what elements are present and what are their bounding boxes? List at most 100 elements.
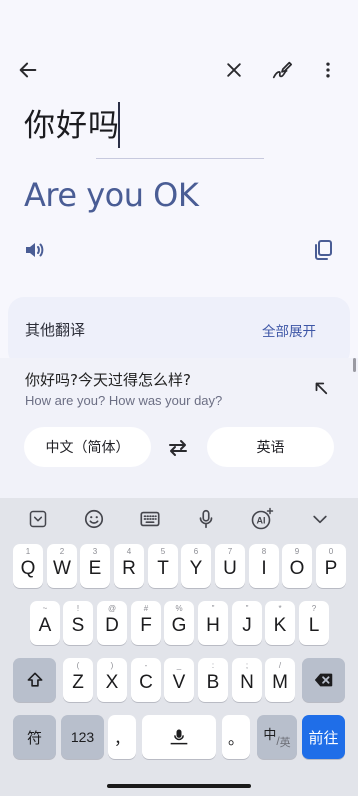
key-o[interactable]: 9O <box>282 544 312 588</box>
swap-languages-button[interactable] <box>166 436 190 460</box>
key-k[interactable]: * K <box>265 601 295 645</box>
key-i[interactable]: 8I <box>249 544 279 588</box>
key-f[interactable]: # F <box>131 601 161 645</box>
key-a-label: A <box>38 615 52 636</box>
key-j-sub: " <box>245 604 249 613</box>
key-q-label: Q <box>20 558 36 579</box>
key-f-sub: # <box>143 604 149 613</box>
toolbar-collapse-tool[interactable] <box>307 506 333 532</box>
key-p[interactable]: 0P <box>316 544 346 588</box>
backspace-key[interactable] <box>302 658 345 702</box>
key-c-label: C <box>139 672 153 693</box>
key-d-label: D <box>105 615 119 636</box>
key-m[interactable]: / M <box>265 658 295 702</box>
back-arrow-icon <box>17 59 39 81</box>
target-language-button[interactable]: 英语 <box>207 427 334 467</box>
key-v-sub: _ <box>176 661 182 670</box>
numbers-key[interactable]: 123 <box>61 715 104 759</box>
key-o-sub: 9 <box>294 547 300 556</box>
text-cursor <box>118 102 120 148</box>
language-switch-key[interactable]: 中 / 英 <box>257 715 297 759</box>
key-w[interactable]: 2W <box>47 544 77 588</box>
shift-icon <box>25 670 45 690</box>
key-e-sub: 3 <box>92 547 98 556</box>
target-language-label: 英语 <box>256 440 285 456</box>
keyboard-collapse-tool[interactable] <box>25 506 51 532</box>
swap-arrows-icon <box>166 436 190 460</box>
key-t[interactable]: 5T <box>148 544 178 588</box>
key-v[interactable]: _ V <box>164 658 194 702</box>
ai-tool[interactable]: AI <box>249 506 275 532</box>
key-o-label: O <box>289 558 305 579</box>
key-r[interactable]: 4R <box>114 544 144 588</box>
key-u-label: U <box>223 558 237 579</box>
use-suggestion-button[interactable] <box>312 379 330 397</box>
key-h-sub: " <box>211 604 215 613</box>
key-s-label: S <box>71 615 85 636</box>
key-i-label: I <box>261 558 267 579</box>
keyboard-layout-tool[interactable] <box>137 506 163 532</box>
key-b[interactable]: :B <box>198 658 228 702</box>
expand-all-button[interactable]: 全部展开 <box>262 320 316 340</box>
key-n[interactable]: ; N <box>232 658 262 702</box>
go-key-label: 前往 <box>308 729 339 747</box>
backspace-icon <box>313 669 335 691</box>
period-key[interactable]: 。 <box>222 715 250 759</box>
home-indicator[interactable] <box>107 784 251 788</box>
lang-switch-sub: 英 <box>279 737 291 749</box>
key-r-label: R <box>122 558 136 579</box>
source-text-input[interactable]: 你好吗 <box>24 100 120 145</box>
go-key[interactable]: 前往 <box>302 715 345 759</box>
suggestion-source: 你好吗?今天过得怎么样? <box>25 371 191 389</box>
source-language-button[interactable]: 中文（简体） <box>24 427 151 467</box>
key-q[interactable]: 1Q <box>13 544 43 588</box>
key-x-sub: ) <box>110 661 114 670</box>
key-m-sub: / <box>278 661 282 670</box>
key-j[interactable]: " J <box>232 601 262 645</box>
key-t-label: T <box>157 558 169 579</box>
shift-key[interactable] <box>13 658 56 702</box>
lang-switch-label: 中 <box>263 726 277 742</box>
key-h-label: H <box>206 615 220 636</box>
key-e-label: E <box>88 558 102 579</box>
ai-sparkle-icon: AI <box>250 507 274 531</box>
key-d[interactable]: @ D <box>97 601 127 645</box>
handwriting-button[interactable] <box>270 58 294 82</box>
suggestion-translation: How are you? How was your day? <box>25 393 223 408</box>
key-y[interactable]: 6Y <box>181 544 211 588</box>
translation-text: Are you OK <box>24 176 199 214</box>
space-microphone-icon <box>169 727 189 747</box>
key-k-sub: * <box>278 604 282 613</box>
key-c[interactable]: -C <box>131 658 161 702</box>
key-a-sub: ~ <box>42 604 48 613</box>
comma-key[interactable]: ， <box>108 715 136 759</box>
scrollbar[interactable] <box>353 358 356 372</box>
copy-button[interactable] <box>311 238 335 262</box>
period-key-label: 。 <box>227 731 244 748</box>
key-s-sub: ! <box>76 604 80 613</box>
clear-button[interactable] <box>222 58 246 82</box>
key-g[interactable]: % G <box>164 601 194 645</box>
other-translations-title: 其他翻译 <box>25 321 86 339</box>
key-h[interactable]: " H <box>198 601 228 645</box>
emoji-tool[interactable] <box>81 506 107 532</box>
symbols-key[interactable]: 符 <box>13 715 56 759</box>
arrow-up-left-icon <box>312 379 330 397</box>
key-s[interactable]: ! S <box>63 601 93 645</box>
back-button[interactable] <box>16 58 40 82</box>
key-u[interactable]: 7U <box>215 544 245 588</box>
space-key[interactable] <box>142 715 216 759</box>
key-l[interactable]: ? L <box>299 601 329 645</box>
more-options-button[interactable] <box>316 58 340 82</box>
speak-button[interactable] <box>22 238 46 262</box>
key-e[interactable]: 3E <box>80 544 110 588</box>
key-a[interactable]: ~ A <box>30 601 60 645</box>
speaker-icon <box>22 238 46 262</box>
key-r-sub: 4 <box>126 547 132 556</box>
key-u-sub: 7 <box>227 547 233 556</box>
voice-input-tool[interactable] <box>193 506 219 532</box>
key-b-label: B <box>206 672 220 693</box>
key-z[interactable]: (Z <box>63 658 93 702</box>
key-x[interactable]: ) X <box>97 658 127 702</box>
key-y-label: Y <box>189 558 203 579</box>
